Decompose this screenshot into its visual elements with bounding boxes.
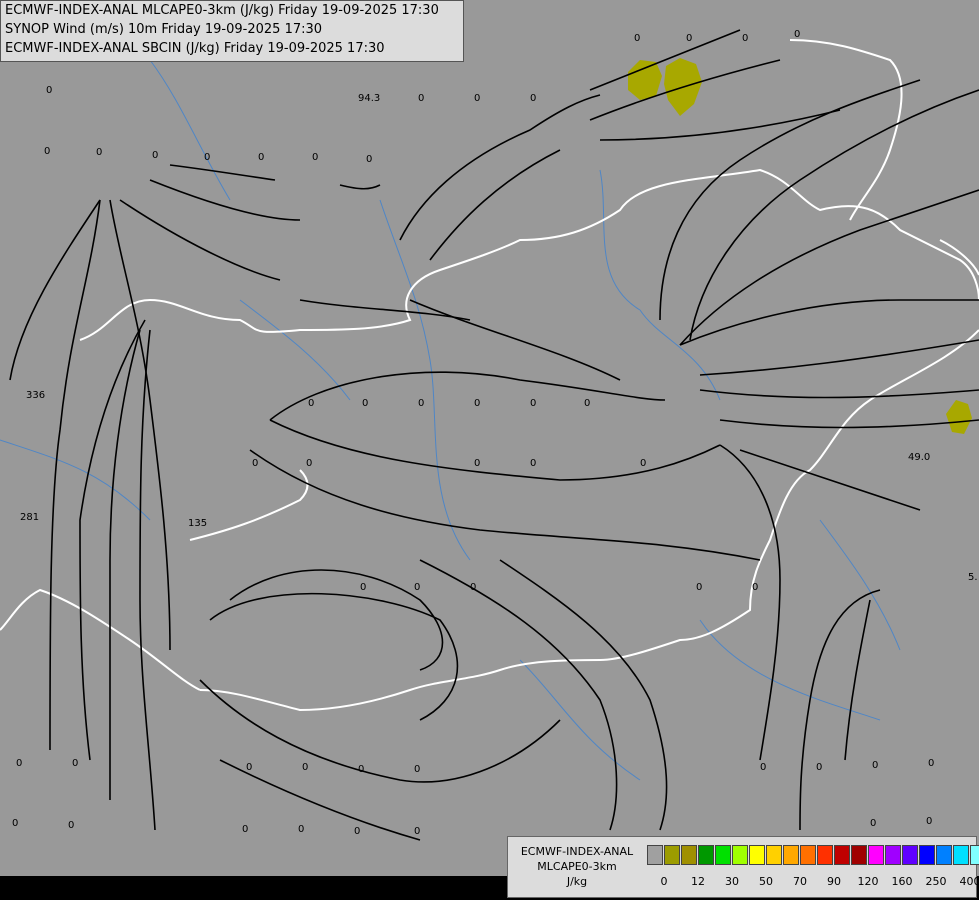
map-value: 0 bbox=[926, 816, 932, 827]
legend-swatch bbox=[664, 845, 680, 865]
map-value: 0 bbox=[928, 758, 934, 769]
legend-swatch bbox=[800, 845, 816, 865]
legend-swatch bbox=[885, 845, 901, 865]
map-value: 0 bbox=[414, 826, 420, 837]
legend-swatch bbox=[953, 845, 969, 865]
map-value: 0 bbox=[362, 398, 368, 409]
legend-tick: 30 bbox=[725, 875, 739, 888]
map-value: 0 bbox=[204, 152, 210, 163]
map-value: 0 bbox=[44, 146, 50, 157]
map-value: 0 bbox=[474, 458, 480, 469]
map-value: 0 bbox=[816, 762, 822, 773]
map-value: 0 bbox=[870, 818, 876, 829]
legend-swatch bbox=[766, 845, 782, 865]
legend-tick: 90 bbox=[827, 875, 841, 888]
title-line-cin: ECMWF-INDEX-ANAL SBCIN (J/kg) Friday 19-… bbox=[5, 41, 385, 56]
map-value: 0 bbox=[474, 93, 480, 104]
map-value: 0 bbox=[354, 826, 360, 837]
legend-swatch bbox=[783, 845, 799, 865]
legend-swatch bbox=[681, 845, 697, 865]
map-value: 0 bbox=[530, 458, 536, 469]
map-value: 0 bbox=[418, 93, 424, 104]
map-value: 0 bbox=[794, 29, 800, 40]
map-value: 0 bbox=[366, 154, 372, 165]
legend-swatch bbox=[749, 845, 765, 865]
legend-swatch bbox=[732, 845, 748, 865]
legend-tick: 120 bbox=[857, 875, 879, 888]
legend-swatch bbox=[919, 845, 935, 865]
legend-swatch bbox=[834, 845, 850, 865]
legend-swatch bbox=[902, 845, 918, 865]
legend-variable: MLCAPE0-3km bbox=[537, 860, 617, 873]
legend-swatch bbox=[715, 845, 731, 865]
map-value: 0 bbox=[302, 762, 308, 773]
map-value: 0 bbox=[414, 764, 420, 775]
map-value: 0 bbox=[584, 398, 590, 409]
legend-tick: 50 bbox=[759, 875, 773, 888]
legend-product: ECMWF-INDEX-ANAL bbox=[520, 845, 634, 858]
map-value: 0 bbox=[474, 398, 480, 409]
legend-swatch bbox=[970, 845, 979, 865]
map-value: 0 bbox=[252, 458, 258, 469]
legend-color-bar bbox=[647, 845, 979, 865]
title-line-cape: ECMWF-INDEX-ANAL MLCAPE0-3km (J/kg) Frid… bbox=[5, 3, 439, 18]
legend-swatch bbox=[868, 845, 884, 865]
map-value: 0 bbox=[258, 152, 264, 163]
map-value: 0 bbox=[634, 33, 640, 44]
map-value: 0 bbox=[358, 764, 364, 775]
color-legend: ECMWF-INDEX-ANAL MLCAPE0-3km J/kg 0 12 30 5… bbox=[507, 836, 979, 898]
map-value: 5. bbox=[968, 572, 978, 583]
map-value: 0 bbox=[246, 762, 252, 773]
map-value: 0 bbox=[530, 93, 536, 104]
map-value: 0 bbox=[68, 820, 74, 831]
legend-unit: J/kg bbox=[566, 875, 588, 888]
legend-tick: 70 bbox=[793, 875, 807, 888]
legend-swatch bbox=[817, 845, 833, 865]
map-value: 0 bbox=[16, 758, 22, 769]
legend-tick: 160 bbox=[891, 875, 913, 888]
legend-swatch bbox=[698, 845, 714, 865]
map-value: 0 bbox=[530, 398, 536, 409]
map-title-box: ECMWF-INDEX-ANAL MLCAPE0-3km (J/kg) Frid… bbox=[0, 0, 464, 62]
map-value: 336 bbox=[26, 390, 45, 401]
legend-title: ECMWF-INDEX-ANAL MLCAPE0-3km J/kg bbox=[508, 837, 646, 897]
map-value: 0 bbox=[46, 85, 52, 96]
map-value: 0 bbox=[72, 758, 78, 769]
map-value: 0 bbox=[418, 398, 424, 409]
map-value: 0 bbox=[242, 824, 248, 835]
legend-ticks: 0 12 30 50 70 90 120 160 250 400 bbox=[647, 875, 979, 889]
map-value: 0 bbox=[686, 33, 692, 44]
legend-tick: 12 bbox=[691, 875, 705, 888]
map-value: 281 bbox=[20, 512, 39, 523]
legend-tick: 250 bbox=[925, 875, 947, 888]
map-value: 0 bbox=[872, 760, 878, 771]
map-value: 0 bbox=[96, 147, 102, 158]
legend-swatch bbox=[936, 845, 952, 865]
legend-swatch bbox=[647, 845, 663, 865]
map-value: 0 bbox=[742, 33, 748, 44]
map-value: 0 bbox=[12, 818, 18, 829]
weather-map: 0 0 0 94.3 130 0 0 0 0 0 0 0 0 0 0 0 0 3… bbox=[0, 0, 979, 876]
map-value: 0 bbox=[306, 458, 312, 469]
map-value: 0 bbox=[760, 762, 766, 773]
legend-tick: 0 bbox=[660, 875, 668, 888]
map-value: 0 bbox=[414, 582, 420, 593]
map-value: 0 bbox=[360, 582, 366, 593]
map-value: 0 bbox=[470, 582, 476, 593]
map-value: 0 bbox=[696, 582, 702, 593]
map-value: 0 bbox=[308, 398, 314, 409]
map-value: 0 bbox=[152, 150, 158, 161]
map-value: 49.0 bbox=[908, 452, 930, 463]
legend-swatch bbox=[851, 845, 867, 865]
map-value: 135 bbox=[188, 518, 207, 529]
map-value: 0 bbox=[752, 582, 758, 593]
title-line-wind: SYNOP Wind (m/s) 10m Friday 19-09-2025 1… bbox=[5, 22, 323, 37]
map-value: 0 bbox=[298, 824, 304, 835]
map-value: 94.3 bbox=[358, 93, 380, 104]
map-value: 0 bbox=[312, 152, 318, 163]
map-value: 0 bbox=[640, 458, 646, 469]
legend-tick: 400 bbox=[959, 875, 979, 888]
